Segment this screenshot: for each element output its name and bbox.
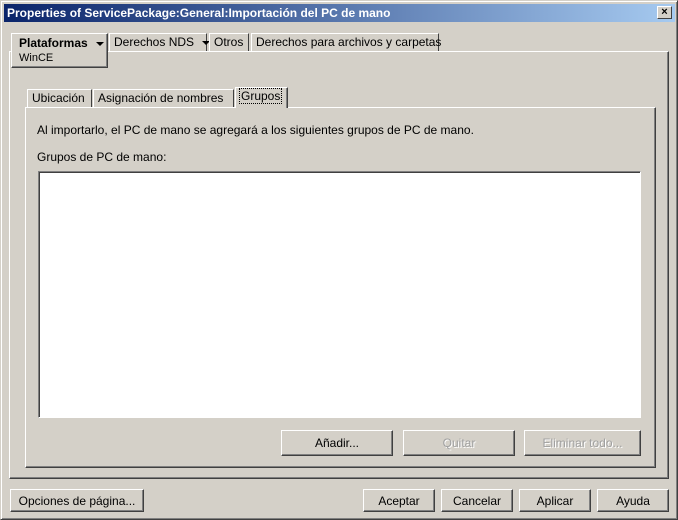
tab-asignacion-label: Asignación de nombres: [98, 91, 224, 105]
tab-asignacion[interactable]: Asignación de nombres: [93, 89, 234, 107]
add-button[interactable]: Añadir...: [281, 430, 393, 456]
tab-ubicacion[interactable]: Ubicación: [27, 89, 92, 107]
properties-dialog: Properties of ServicePackage:General:Imp…: [0, 0, 678, 520]
remove-button[interactable]: Quitar: [403, 430, 515, 456]
ok-button[interactable]: Aceptar: [363, 489, 435, 512]
tab-derechos-archivos[interactable]: Derechos para archivos y carpetas: [251, 33, 442, 51]
cancel-button[interactable]: Cancelar: [441, 489, 513, 512]
groups-listbox[interactable]: [38, 171, 641, 418]
tab-otros[interactable]: Otros: [209, 33, 249, 51]
page-options-button[interactable]: Opciones de página...: [10, 489, 144, 512]
close-button[interactable]: ×: [657, 6, 672, 19]
apply-button[interactable]: Aplicar: [519, 489, 591, 512]
tab-plataformas-label: Plataformas: [19, 36, 88, 50]
tab-grupos-label: Grupos: [238, 88, 283, 104]
tab-derechos-nds-label: Derechos NDS: [114, 35, 195, 49]
tab-grupos[interactable]: Grupos: [235, 87, 288, 108]
tab-ubicacion-label: Ubicación: [32, 91, 85, 105]
title-bar: Properties of ServicePackage:General:Imp…: [4, 4, 675, 22]
close-icon: ×: [661, 6, 668, 18]
tab-otros-label: Otros: [214, 35, 244, 49]
tab-derechos-nds[interactable]: Derechos NDS: [109, 33, 211, 51]
dropdown-arrow-icon: [95, 41, 104, 46]
help-button[interactable]: Ayuda: [597, 489, 669, 512]
window-title: Properties of ServicePackage:General:Imp…: [7, 6, 391, 20]
description-text: Al importarlo, el PC de mano se agregará…: [37, 123, 474, 137]
tab-derechos-archivos-label: Derechos para archivos y carpetas: [256, 35, 442, 49]
list-label: Grupos de PC de mano:: [37, 150, 167, 164]
tab-plataformas-sub: WinCE: [19, 52, 54, 64]
tab-plataformas[interactable]: Plataformas WinCE: [11, 33, 108, 68]
remove-all-button[interactable]: Eliminar todo...: [524, 430, 641, 456]
